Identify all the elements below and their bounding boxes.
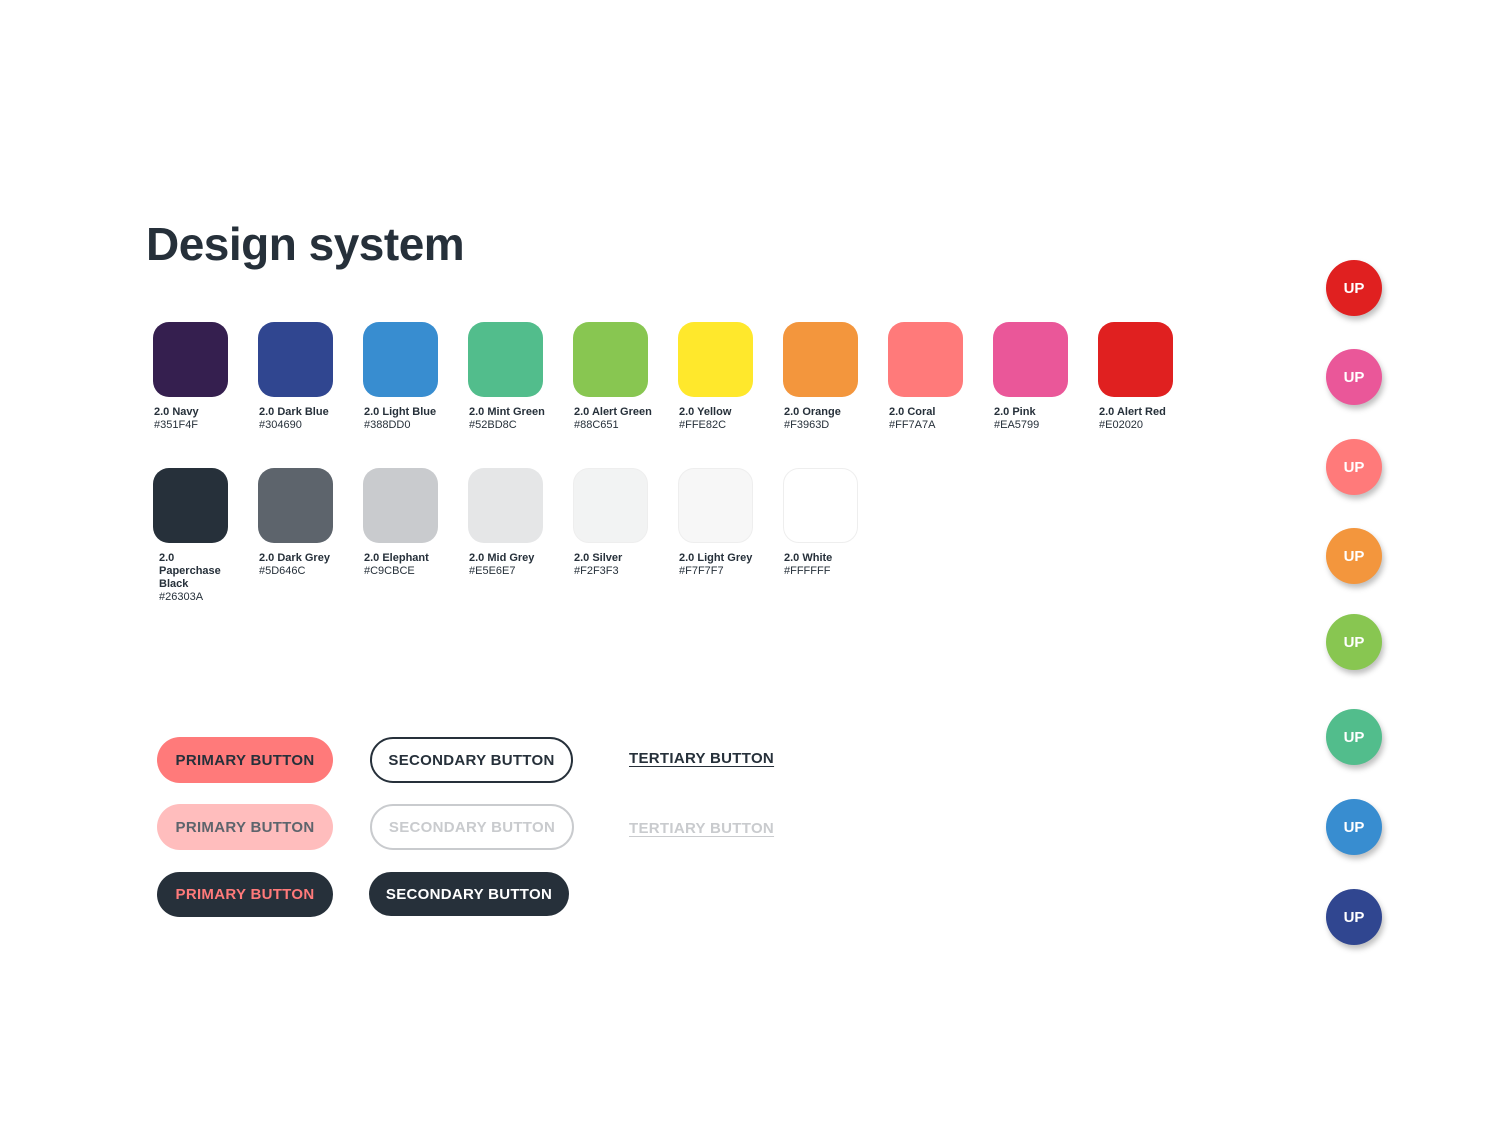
swatch-hex: #351F4F (154, 419, 199, 431)
color-chip (783, 468, 858, 543)
color-chip (1098, 322, 1173, 397)
swatch-hex: #88C651 (574, 419, 619, 431)
swatch-name: 2.0 Paperchase Black (159, 552, 221, 590)
swatch-hex: #52BD8C (469, 419, 517, 431)
primary-button[interactable]: PRIMARY BUTTON (157, 737, 333, 783)
color-chip (468, 322, 543, 397)
swatch-paperchase-black: 2.0 Paperchase Black #26303A (153, 468, 233, 604)
swatch-name: 2.0 Elephant (364, 552, 429, 564)
swatch-name: 2.0 Pink (994, 406, 1036, 418)
swatch-mid-grey: 2.0 Mid Grey #E5E6E7 (468, 468, 548, 578)
color-chip (258, 322, 333, 397)
page-title: Design system (146, 218, 465, 270)
up-fab-alert-red[interactable]: UP (1326, 260, 1382, 316)
up-fab-orange[interactable]: UP (1326, 528, 1382, 584)
secondary-button[interactable]: SECONDARY BUTTON (370, 737, 573, 783)
color-chip (258, 468, 333, 543)
up-fab-dark-blue[interactable]: UP (1326, 889, 1382, 945)
swatch-name: 2.0 Yellow (679, 406, 732, 418)
color-chip (888, 322, 963, 397)
swatch-hex: #FFFFFF (784, 565, 831, 577)
swatch-name: 2.0 Dark Blue (259, 406, 329, 418)
primary-button-dark[interactable]: PRIMARY BUTTON (157, 872, 333, 917)
swatch-name: 2.0 Light Blue (364, 406, 437, 418)
swatch-silver: 2.0 Silver #F2F3F3 (573, 468, 653, 578)
swatch-light-grey: 2.0 Light Grey #F7F7F7 (678, 468, 758, 578)
swatch-dark-blue: 2.0 Dark Blue #304690 (258, 322, 338, 432)
swatch-alert-green: 2.0 Alert Green #88C651 (573, 322, 653, 432)
swatch-hex: #EA5799 (994, 419, 1040, 431)
up-fab-alert-green[interactable]: UP (1326, 614, 1382, 670)
swatch-hex: #26303A (159, 591, 204, 603)
up-fab-pink[interactable]: UP (1326, 349, 1382, 405)
primary-button-disabled[interactable]: PRIMARY BUTTON (157, 804, 333, 850)
swatch-hex: #304690 (259, 419, 302, 431)
swatch-name: 2.0 Mid Grey (469, 552, 535, 564)
swatch-hex: #E02020 (1099, 419, 1144, 431)
swatch-name: 2.0 White (784, 552, 833, 564)
color-chip (678, 322, 753, 397)
color-chip (363, 322, 438, 397)
up-fab-mint-green[interactable]: UP (1326, 709, 1382, 765)
swatch-name: 2.0 Coral (889, 406, 936, 418)
up-fab-light-blue[interactable]: UP (1326, 799, 1382, 855)
swatch-hex: #388DD0 (364, 419, 411, 431)
swatch-name: 2.0 Silver (574, 552, 623, 564)
swatch-yellow: 2.0 Yellow #FFE82C (678, 322, 758, 432)
swatch-hex: #C9CBCE (364, 565, 415, 577)
swatch-hex: #E5E6E7 (469, 565, 516, 577)
tertiary-button-disabled[interactable]: TERTIARY BUTTON (629, 820, 774, 837)
color-chip (678, 468, 753, 543)
swatch-white: 2.0 White #FFFFFF (783, 468, 863, 578)
swatch-pink: 2.0 Pink #EA5799 (993, 322, 1073, 432)
secondary-button-disabled[interactable]: SECONDARY BUTTON (370, 804, 574, 850)
swatch-hex: #F2F3F3 (574, 565, 619, 577)
swatch-navy: 2.0 Navy #351F4F (153, 322, 233, 432)
swatch-coral: 2.0 Coral #FF7A7A (888, 322, 968, 432)
swatch-name: 2.0 Orange (784, 406, 841, 418)
secondary-button-dark[interactable]: SECONDARY BUTTON (369, 872, 569, 916)
color-chip (993, 322, 1068, 397)
tertiary-button[interactable]: TERTIARY BUTTON (629, 750, 774, 767)
color-chip (153, 322, 228, 397)
swatch-alert-red: 2.0 Alert Red #E02020 (1098, 322, 1178, 432)
swatch-name: 2.0 Dark Grey (259, 552, 330, 564)
swatch-name: 2.0 Alert Red (1099, 406, 1166, 418)
up-fab-coral[interactable]: UP (1326, 439, 1382, 495)
swatch-dark-grey: 2.0 Dark Grey #5D646C (258, 468, 338, 578)
swatch-orange: 2.0 Orange #F3963D (783, 322, 863, 432)
swatch-hex: #5D646C (259, 565, 306, 577)
swatch-name: 2.0 Mint Green (469, 406, 545, 418)
swatch-name: 2.0 Alert Green (574, 406, 652, 418)
swatch-elephant: 2.0 Elephant #C9CBCE (363, 468, 443, 578)
swatch-mint-green: 2.0 Mint Green #52BD8C (468, 322, 548, 432)
color-chip (783, 322, 858, 397)
swatch-name: 2.0 Light Grey (679, 552, 753, 564)
swatch-light-blue: 2.0 Light Blue #388DD0 (363, 322, 443, 432)
swatch-hex: #FF7A7A (889, 419, 936, 431)
color-chip (573, 468, 648, 543)
swatch-name: 2.0 Navy (154, 406, 199, 418)
color-chip (573, 322, 648, 397)
color-chip (363, 468, 438, 543)
swatch-hex: #F3963D (784, 419, 830, 431)
swatch-hex: #F7F7F7 (679, 565, 724, 577)
swatch-hex: #FFE82C (679, 419, 727, 431)
color-chip (468, 468, 543, 543)
color-chip (153, 468, 228, 543)
